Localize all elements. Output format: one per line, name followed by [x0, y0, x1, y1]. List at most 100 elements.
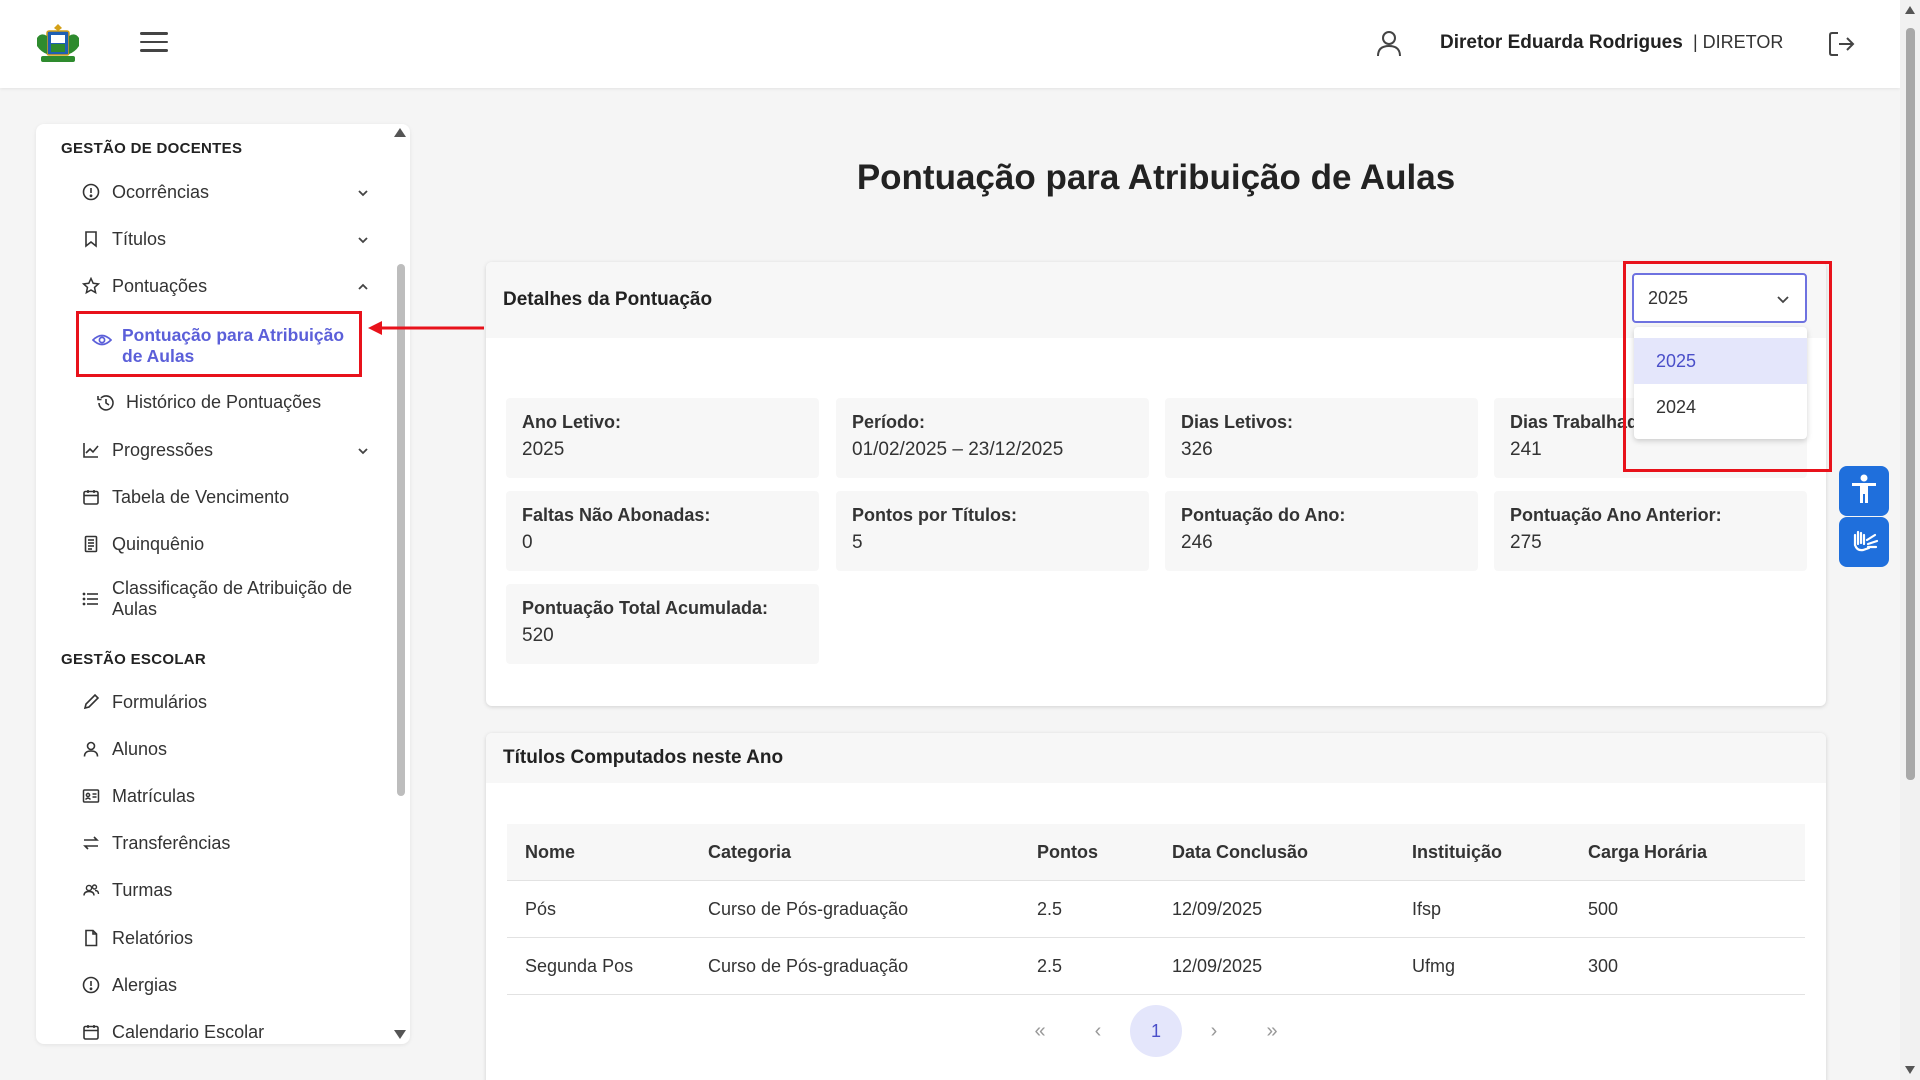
sidebar-item-tabela-vencimento[interactable]: Tabela de Vencimento [80, 480, 370, 514]
table-header-row: Nome Categoria Pontos Data Conclusão Ins… [507, 824, 1805, 881]
hamburger-line [140, 40, 168, 43]
tile-dias-letivos: Dias Letivos: 326 [1165, 398, 1478, 478]
tile-value: 01/02/2025 – 23/12/2025 [852, 439, 1064, 460]
column-header-pontos[interactable]: Pontos [1037, 842, 1172, 863]
user-role: | DIRETOR [1693, 32, 1784, 52]
titulos-card-title: Títulos Computados neste Ano [503, 747, 784, 768]
sidebar-item-matriculas[interactable]: Matrículas [80, 779, 370, 813]
details-card-title: Detalhes da Pontuação [503, 289, 713, 310]
alert-circle-icon [80, 181, 102, 203]
table-cell: Pós [525, 898, 557, 919]
sidebar-item-label: Ocorrências [112, 181, 210, 202]
sidebar-item-turmas[interactable]: Turmas [80, 873, 370, 907]
sidebar-item-label: Classificação de Atribuição de Aulas [112, 578, 353, 619]
hamburger-line [140, 49, 168, 52]
user-name: Diretor Eduarda Rodrigues [1440, 32, 1683, 53]
tile-pontuacao-total: Pontuação Total Acumulada: 520 [506, 584, 819, 664]
table-cell: 12/09/2025 [1172, 955, 1263, 976]
tile-label: Pontos por Títulos: [852, 505, 1017, 525]
tile-value: 275 [1510, 532, 1542, 553]
titulos-card-header: Títulos Computados neste Ano [486, 733, 1826, 783]
sidebar-item-classificacao[interactable]: Classificação de Atribuição de Aulas [80, 578, 370, 624]
table-cell: Curso de Pós-graduação [708, 898, 909, 919]
table-cell: 2.5 [1037, 955, 1063, 976]
sidebar-item-label: Relatórios [112, 927, 194, 948]
file-icon [80, 927, 102, 949]
id-card-icon [80, 785, 102, 807]
sidebar-item-quinquenio[interactable]: Quinquênio [80, 527, 370, 561]
column-header-carga-horaria[interactable]: Carga Horária [1588, 842, 1788, 863]
accessibility-button[interactable] [1839, 466, 1889, 516]
sidebar-item-ocorrencias[interactable]: Ocorrências [80, 175, 370, 209]
hamburger-line [140, 32, 168, 35]
user-icon [1374, 28, 1404, 58]
sidebar: GESTÃO DE DOCENTES Ocorrências Títulos P… [36, 124, 410, 1044]
alert-circle-icon [80, 974, 102, 996]
year-option-2024[interactable]: 2024 [1634, 384, 1807, 430]
sidebar-item-label: Matrículas [112, 785, 196, 806]
next-page-button[interactable]: › [1188, 1005, 1240, 1057]
sidebar-item-alergias[interactable]: Alergias [80, 968, 370, 1002]
year-option-2025[interactable]: 2025 [1634, 338, 1807, 384]
sidebar-item-relatorios[interactable]: Relatórios [80, 921, 370, 955]
page-scroll-down-icon[interactable] [1905, 1066, 1915, 1074]
tile-value: 2025 [522, 439, 565, 460]
sidebar-item-label: Histórico de Pontuações [126, 392, 322, 412]
sidebar-item-label: Títulos [112, 228, 167, 249]
sidebar-item-label: Calendario Escolar [112, 1021, 265, 1042]
sidebar-item-alunos[interactable]: Alunos [80, 732, 370, 766]
sign-language-hands-icon [1847, 523, 1881, 562]
calendar-icon [80, 486, 102, 508]
sidebar-scroll-down-icon[interactable] [394, 1030, 406, 1039]
chevron-down-icon [356, 442, 370, 456]
page-scrollbar-thumb[interactable] [1906, 28, 1915, 780]
tile-value: 0 [522, 532, 533, 553]
sidebar-item-transferencias[interactable]: Transferências [80, 826, 370, 860]
page-title: Pontuação para Atribuição de Aulas [856, 158, 1456, 197]
column-header-nome[interactable]: Nome [507, 842, 708, 863]
tile-label: Período: [852, 412, 926, 432]
tile-value: 5 [852, 532, 863, 553]
sidebar-item-formularios[interactable]: Formulários [80, 685, 370, 719]
prev-page-button[interactable]: ‹ [1072, 1005, 1124, 1057]
sidebar-item-label: Formulários [112, 691, 208, 712]
table-cell: Segunda Pos [525, 955, 634, 976]
table-row: Pós Curso de Pós-graduação 2.5 12/09/202… [507, 881, 1805, 938]
sidebar-item-label: Alergias [112, 974, 178, 995]
sidebar-item-label: Transferências [112, 832, 231, 853]
table-cell: 2.5 [1037, 898, 1063, 919]
column-header-instituicao[interactable]: Instituição [1412, 842, 1588, 863]
sidebar-item-historico[interactable]: Histórico de Pontuações [96, 392, 321, 413]
tile-pontuacao-anterior: Pontuação Ano Anterior: 275 [1494, 491, 1807, 571]
table-cell: Curso de Pós-graduação [708, 955, 909, 976]
tile-label: Pontuação Total Acumulada: [522, 598, 769, 618]
section-gestao-docentes: GESTÃO DE DOCENTES [61, 140, 243, 157]
municipal-logo[interactable] [35, 22, 81, 66]
titulos-card: Títulos Computados neste Ano Nome Catego… [486, 733, 1826, 1080]
sidebar-item-progressoes[interactable]: Progressões [80, 433, 370, 467]
chart-line-icon [80, 439, 102, 461]
sidebar-item-titulos[interactable]: Títulos [80, 222, 370, 256]
logout-icon[interactable] [1826, 29, 1856, 59]
arrows-exchange-icon [80, 832, 102, 854]
sidebar-item-pontuacoes[interactable]: Pontuações [80, 269, 370, 303]
sidebar-item-calendario[interactable]: Calendario Escolar [80, 1015, 370, 1044]
users-icon [80, 879, 102, 901]
tile-pontuacao-ano: Pontuação do Ano: 246 [1165, 491, 1478, 571]
menu-toggle-button[interactable] [140, 32, 168, 54]
bookmark-icon [80, 228, 102, 250]
last-page-button[interactable]: » [1246, 1005, 1298, 1057]
sidebar-item-label: Pontuações [112, 275, 208, 296]
sidebar-scrollbar[interactable] [397, 264, 405, 796]
year-dropdown-menu: 2025 2024 [1634, 327, 1807, 439]
pagination: « ‹ 1 › » [486, 1005, 1826, 1057]
sidebar-scroll-up-icon[interactable] [394, 128, 406, 137]
list-icon [80, 588, 102, 610]
column-header-data-conclusao[interactable]: Data Conclusão [1172, 842, 1412, 863]
first-page-button[interactable]: « [1014, 1005, 1066, 1057]
page-1-button[interactable]: 1 [1130, 1005, 1182, 1057]
page-scroll-up-icon[interactable] [1905, 6, 1915, 14]
column-header-categoria[interactable]: Categoria [708, 842, 1037, 863]
sign-language-button[interactable] [1839, 517, 1889, 567]
highlight-box-active-menu [76, 311, 362, 377]
